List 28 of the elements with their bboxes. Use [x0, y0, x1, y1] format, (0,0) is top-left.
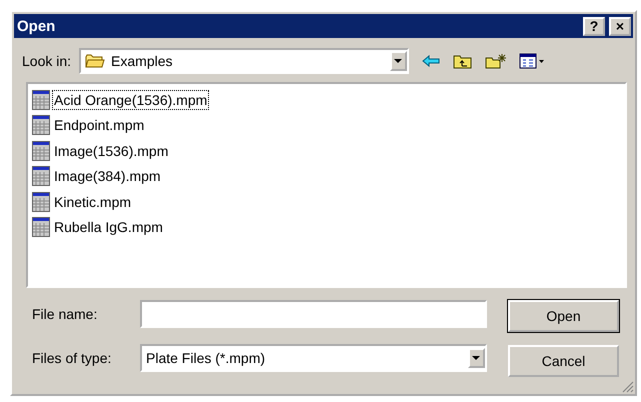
- cancel-button[interactable]: Cancel: [508, 345, 619, 377]
- file-name-field[interactable]: [140, 300, 487, 328]
- look-in-dropdown[interactable]: Examples: [79, 48, 410, 74]
- look-in-label: Look in:: [22, 53, 72, 69]
- plate-file-icon: [32, 192, 50, 212]
- plate-file-icon: [32, 217, 50, 238]
- plate-file-icon: [32, 166, 50, 186]
- file-name-label: File name:: [32, 306, 98, 322]
- plate-file-icon: [32, 90, 50, 110]
- new-folder-icon[interactable]: [485, 53, 508, 69]
- file-type-label: Files of type:: [32, 350, 112, 366]
- window-title: Open: [17, 18, 56, 34]
- plate-file-icon: [32, 140, 50, 161]
- file-type-dropdown[interactable]: Plate Files (*.mpm): [140, 344, 487, 372]
- folder-icon: [85, 53, 106, 69]
- file-item[interactable]: Image(1536).mpm: [32, 138, 170, 164]
- open-button[interactable]: Open: [508, 300, 619, 332]
- view-menu-icon[interactable]: [519, 53, 546, 69]
- file-item[interactable]: Kinetic.mpm: [32, 189, 134, 214]
- plate-file-icon: [32, 115, 50, 136]
- file-item[interactable]: Rubella IgG.mpm: [32, 214, 165, 240]
- back-arrow-icon[interactable]: [421, 53, 442, 69]
- resize-grip-icon[interactable]: [622, 381, 634, 393]
- file-item[interactable]: Image(384).mpm: [32, 164, 163, 189]
- close-button[interactable]: ×: [609, 16, 631, 36]
- up-folder-icon[interactable]: [453, 53, 474, 69]
- file-item[interactable]: Endpoint.mpm: [32, 112, 146, 138]
- help-button[interactable]: ?: [583, 16, 605, 36]
